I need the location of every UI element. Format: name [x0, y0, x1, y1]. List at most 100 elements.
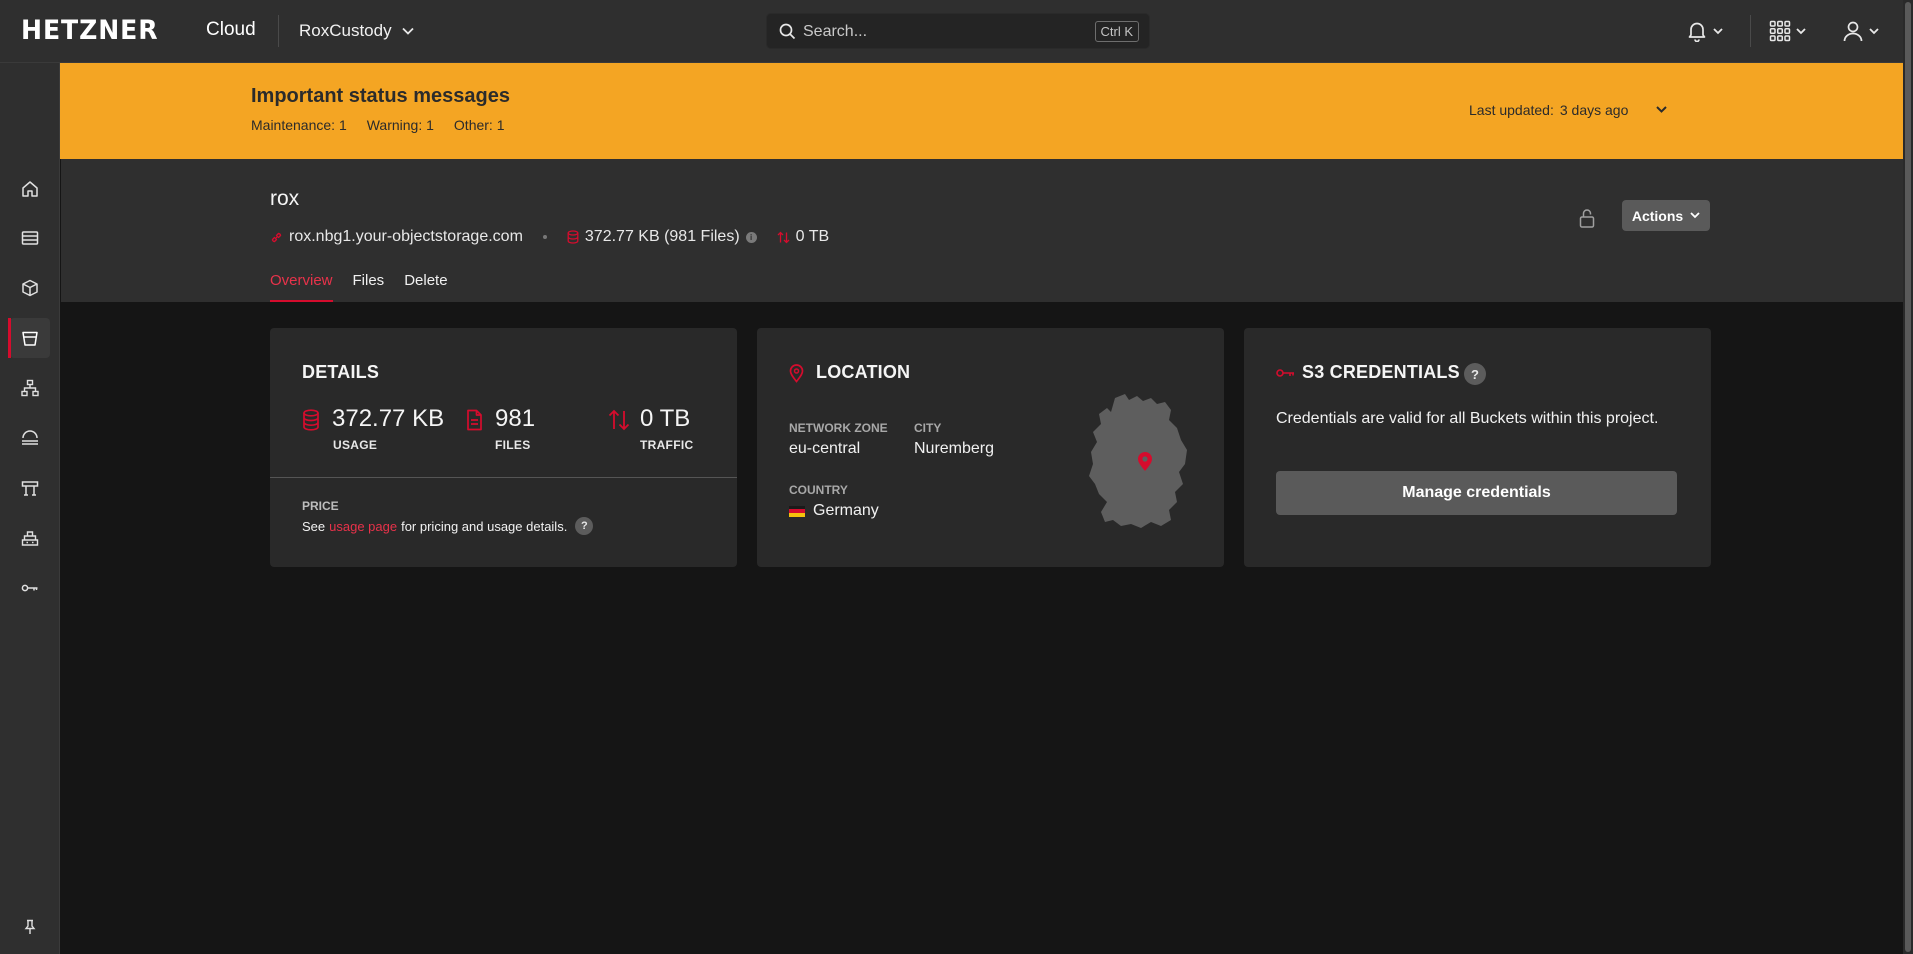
unlock-icon — [1579, 209, 1595, 228]
bucket-header: rox rox.nbg1.your-objectstorage.com 372.… — [61, 159, 1903, 302]
grid-icon — [1769, 20, 1791, 42]
bell-icon — [1688, 22, 1706, 42]
search-bar[interactable]: Ctrl K — [766, 13, 1150, 49]
chevron-down-icon — [401, 27, 414, 35]
usage-page-link[interactable]: usage page — [329, 519, 397, 534]
search-icon — [779, 23, 796, 40]
actions-label: Actions — [1631, 207, 1684, 224]
chevron-down-icon — [1713, 27, 1723, 34]
sidebar-item-home[interactable] — [10, 169, 50, 209]
tab-files[interactable]: Files — [353, 272, 385, 302]
sidebar-item-networks[interactable] — [10, 368, 50, 408]
logo-cloud-label[interactable]: Cloud — [206, 19, 256, 41]
status-banner: Important status messages Maintenance: 1… — [0, 63, 1903, 159]
project-selector[interactable]: RoxCustody — [299, 17, 414, 45]
bucket-tabs: Overview Files Delete — [270, 272, 468, 302]
details-title: DETAILS — [302, 362, 380, 382]
details-divider — [270, 477, 737, 478]
notifications-button[interactable] — [1686, 14, 1723, 48]
tab-overview[interactable]: Overview — [270, 272, 333, 302]
pin-icon — [24, 919, 36, 934]
sidebar-item-images[interactable] — [10, 518, 50, 558]
chevron-down-icon — [1796, 27, 1806, 34]
bucket-traffic-text: 0 TB — [795, 228, 830, 245]
hetzner-logo[interactable]: HETZNER — [21, 16, 159, 46]
files-label: FILES — [495, 438, 531, 452]
price-text-after: for pricing and usage details. — [401, 518, 568, 534]
banner-counts: Maintenance: 1 Warning: 1 Other: 1 — [251, 117, 505, 133]
sidebar — [0, 63, 60, 954]
country-label: COUNTRY — [789, 483, 848, 497]
credentials-description: Credentials are valid for all Buckets wi… — [1276, 410, 1659, 427]
protection-lock-button[interactable] — [1575, 205, 1599, 231]
search-input[interactable] — [803, 20, 1063, 44]
bucket-usage-text: 372.77 KB (981 Files) — [584, 228, 740, 245]
traffic-arrows-icon — [608, 409, 630, 431]
germany-flag-icon — [789, 505, 805, 517]
last-updated: Last updated: 3 days ago — [1469, 102, 1628, 118]
bucket-meta: rox.nbg1.your-objectstorage.com 372.77 K… — [270, 227, 829, 247]
help-icon[interactable]: ? — [1464, 363, 1486, 385]
sidebar-item-load-balancers[interactable] — [10, 418, 50, 458]
file-icon — [467, 409, 482, 431]
banner-expand-button[interactable] — [1650, 97, 1672, 121]
apps-menu-button[interactable] — [1769, 14, 1806, 48]
top-divider — [278, 15, 279, 47]
chevron-down-icon — [1869, 27, 1879, 34]
bucket-endpoint[interactable]: rox.nbg1.your-objectstorage.com — [270, 228, 523, 246]
germany-map — [1089, 394, 1187, 528]
country-name: Germany — [813, 502, 879, 519]
credentials-card: S3 CREDENTIALS ? Credentials are valid f… — [1244, 328, 1711, 567]
sidebar-item-object-storage[interactable] — [8, 318, 50, 358]
city-label: CITY — [914, 421, 942, 435]
search-shortcut-hint: Ctrl K — [1094, 21, 1139, 42]
actions-button[interactable]: Actions — [1622, 200, 1710, 231]
manage-credentials-button[interactable]: Manage credentials — [1276, 471, 1677, 515]
firewall-icon — [21, 481, 39, 496]
usage-value: 372.77 KB — [332, 405, 445, 432]
page-scrollbar[interactable] — [1903, 0, 1913, 954]
volumes-icon — [22, 279, 38, 297]
sidebar-item-servers[interactable] — [10, 218, 50, 258]
info-icon[interactable]: i — [745, 231, 757, 243]
top-bar: HETZNER Cloud RoxCustody Ctrl K — [0, 0, 1903, 63]
help-icon[interactable]: ? — [575, 517, 594, 535]
bucket-traffic-summary: 0 TB — [777, 228, 830, 246]
home-icon — [22, 181, 38, 197]
sidebar-item-firewalls[interactable] — [10, 468, 50, 508]
user-menu-button[interactable] — [1842, 14, 1879, 48]
location-title: LOCATION — [816, 362, 911, 382]
maintenance-count[interactable]: Maintenance: 1 — [251, 117, 347, 133]
database-icon — [567, 230, 579, 244]
city-value: Nuremberg — [914, 440, 995, 457]
chevron-down-icon — [1655, 105, 1667, 113]
object-storage-icon — [22, 331, 38, 346]
sidebar-item-volumes[interactable] — [10, 268, 50, 308]
sidebar-pin-button[interactable] — [10, 907, 50, 947]
credentials-title: S3 CREDENTIALS — [1302, 362, 1460, 382]
other-count[interactable]: Other: 1 — [454, 117, 505, 133]
servers-icon — [21, 231, 39, 245]
warning-count[interactable]: Warning: 1 — [367, 117, 434, 133]
network-zone-value: eu-central — [789, 440, 861, 457]
top-divider — [1750, 15, 1751, 47]
user-icon — [1843, 21, 1863, 42]
network-zone-label: NETWORK ZONE — [789, 421, 888, 435]
database-icon — [303, 409, 319, 431]
link-icon — [271, 232, 282, 242]
last-updated-value: 3 days ago — [1559, 102, 1629, 118]
traffic-label: TRAFFIC — [640, 438, 694, 452]
banner-title: Important status messages — [251, 85, 510, 107]
tab-delete[interactable]: Delete — [404, 272, 447, 302]
country-value: Germany — [789, 502, 879, 520]
files-value: 981 — [495, 405, 536, 432]
bucket-endpoint-text[interactable]: rox.nbg1.your-objectstorage.com — [289, 228, 523, 246]
traffic-arrows-icon — [777, 231, 790, 243]
traffic-value: 0 TB — [640, 405, 691, 432]
key-icon — [1276, 369, 1294, 377]
bucket-name: rox — [270, 187, 300, 210]
scrollbar-thumb[interactable] — [1905, 2, 1911, 952]
sidebar-item-security[interactable] — [10, 568, 50, 608]
images-icon — [21, 531, 39, 546]
location-pin-icon — [789, 364, 804, 383]
